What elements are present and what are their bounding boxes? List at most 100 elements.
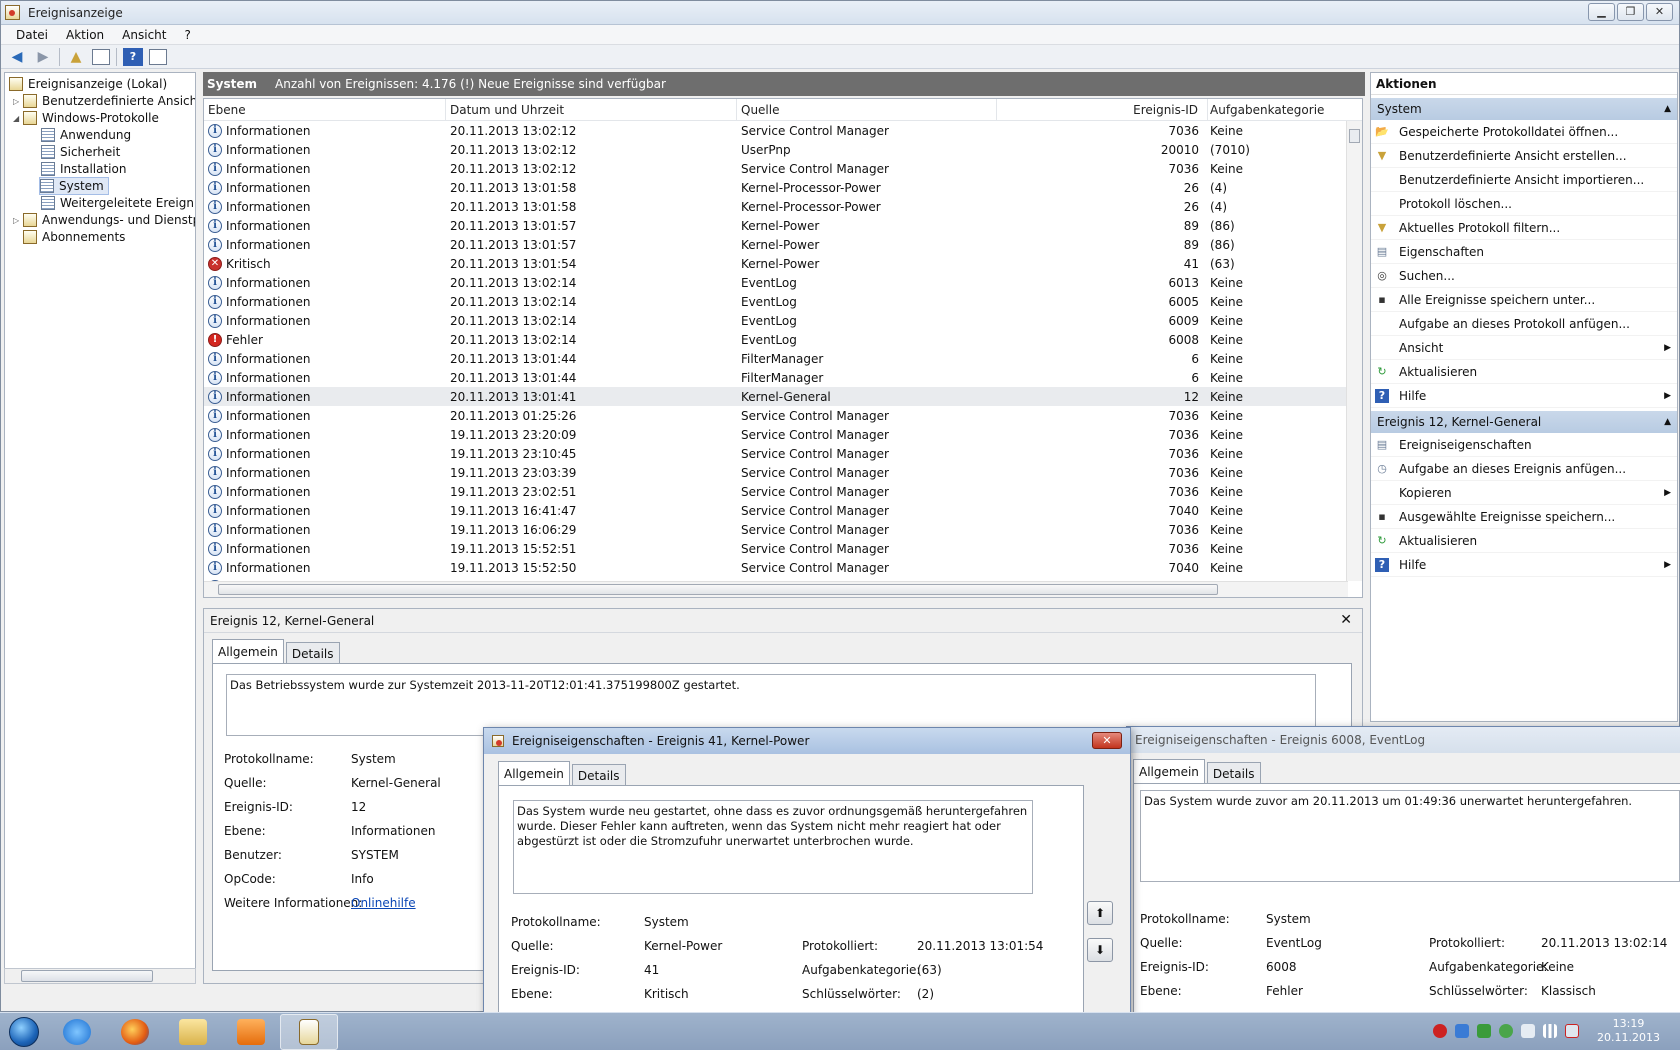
column-quelle[interactable]: Quelle (737, 99, 997, 120)
event-row[interactable]: i Informationen 19.11.2013 15:52:51 Service… (204, 539, 1362, 558)
event-row[interactable]: i Informationen 20.11.2013 13:02:12 UserPnp… (204, 140, 1362, 159)
action-item[interactable]: ▼ Benutzerdefinierte Ansicht erstellen... (1371, 144, 1677, 168)
back-arrow-icon[interactable]: ◀ (7, 48, 27, 66)
expand-arrow-icon[interactable]: ▷ (13, 97, 23, 106)
action-item[interactable]: ▪ Alle Ereignisse speichern unter... (1371, 288, 1677, 312)
tree-item-root[interactable]: Ereignisanzeige (Lokal) (9, 75, 167, 93)
event-row[interactable]: i Informationen 20.11.2013 13:02:12 Service… (204, 159, 1362, 178)
forward-arrow-icon[interactable]: ▶ (33, 48, 53, 66)
event-row[interactable]: i Informationen 20.11.2013 13:02:12 Service… (204, 121, 1362, 140)
column-ereignis-id[interactable]: Ereignis-ID (997, 99, 1208, 120)
tree-horizontal-scrollbar[interactable] (4, 968, 196, 984)
action-item[interactable]: ▪ Ausgewählte Ereignisse speichern... (1371, 505, 1677, 529)
maximize-button[interactable]: ❐ (1617, 3, 1644, 21)
action-item[interactable]: ↻ Aktualisieren (1371, 360, 1677, 384)
menu-ansicht[interactable]: Ansicht (113, 28, 175, 42)
volume-muted-icon[interactable] (1565, 1024, 1580, 1038)
actions-section-header[interactable]: System ▲ (1371, 98, 1677, 120)
event-row[interactable]: i Informationen 20.11.2013 13:02:14 EventLo… (204, 292, 1362, 311)
dialog-close-button[interactable]: ✕ (1092, 732, 1122, 749)
tree-item-sicherheit[interactable]: Sicherheit (41, 143, 120, 161)
event-row[interactable]: i Informationen 19.11.2013 23:20:09 Service… (204, 425, 1362, 444)
tree-item-anwendung[interactable]: Anwendung (41, 126, 131, 144)
taskbar-media-player[interactable] (222, 1014, 280, 1050)
event-row[interactable]: i Informationen 20.11.2013 13:02:14 EventLo… (204, 273, 1362, 292)
collapse-icon[interactable]: ▲ (1664, 104, 1671, 114)
event-row[interactable]: i Informationen 20.11.2013 13:01:41 Kernel-… (204, 387, 1362, 406)
column-ebene[interactable]: Ebene (204, 99, 446, 120)
action-item[interactable]: ▤ Ereigniseigenschaften (1371, 433, 1677, 457)
event-row[interactable]: i Informationen 20.11.2013 13:02:14 EventLo… (204, 311, 1362, 330)
event-row[interactable]: i Informationen 19.11.2013 16:06:29 Service… (204, 520, 1362, 539)
expand-arrow-icon[interactable]: ▷ (13, 216, 23, 225)
event-row[interactable]: i Informationen 20.11.2013 01:25:26 Service… (204, 406, 1362, 425)
online-help-link[interactable]: Onlinehilfe (351, 896, 416, 910)
scroll-thumb[interactable] (218, 584, 1218, 595)
taskbar-firefox[interactable] (106, 1014, 164, 1050)
tab-allgemein[interactable]: Allgemein (498, 761, 570, 786)
action-item[interactable]: ▼ Aktuelles Protokoll filtern... (1371, 216, 1677, 240)
actions-section-header[interactable]: Ereignis 12, Kernel-General ▲ (1371, 411, 1677, 433)
up-folder-icon[interactable]: ▲ (66, 48, 86, 66)
scroll-thumb[interactable] (1349, 129, 1360, 143)
scroll-thumb[interactable] (21, 970, 153, 982)
action-item[interactable]: ? Hilfe ▶ (1371, 553, 1677, 577)
event-row[interactable]: i Informationen 19.11.2013 23:02:51 Service… (204, 482, 1362, 501)
tray-app-icon[interactable] (1499, 1024, 1514, 1038)
close-icon[interactable]: ✕ (1340, 612, 1352, 628)
action-pane-toggle-icon[interactable] (149, 48, 167, 65)
action-item[interactable]: Benutzerdefinierte Ansicht importieren..… (1371, 168, 1677, 192)
previous-event-button[interactable]: ⬆ (1087, 901, 1113, 925)
clock[interactable]: 13:19 20.11.2013 (1597, 1017, 1660, 1045)
action-item[interactable]: ▤ Eigenschaften (1371, 240, 1677, 264)
tree-item-forwarded[interactable]: Weitergeleitete Ereignisse (41, 194, 195, 212)
tray-app-icon[interactable] (1455, 1024, 1470, 1038)
tree-item-windows-logs[interactable]: ◢ Windows-Protokolle (13, 109, 159, 127)
tree-item-app-service-logs[interactable]: ▷ Anwendungs- und Dienstprotokolle (13, 211, 195, 229)
next-event-button[interactable]: ⬇ (1087, 938, 1113, 962)
menu-datei[interactable]: Datei (7, 28, 57, 42)
taskbar-ie[interactable] (48, 1014, 106, 1050)
column-aufgabenkategorie[interactable]: Aufgabenkategorie (1208, 99, 1348, 120)
tree-item-system[interactable]: System (39, 177, 109, 195)
event-row[interactable]: i Informationen 20.11.2013 13:01:58 Kernel-… (204, 197, 1362, 216)
event-row[interactable]: ! Fehler 20.11.2013 13:02:14 EventLog 6008 Ke… (204, 330, 1362, 349)
title-bar[interactable]: Ereignisanzeige ▁ ❐ ✕ (1, 1, 1679, 25)
action-item[interactable]: ? Hilfe ▶ (1371, 384, 1677, 408)
action-item[interactable]: Protokoll löschen... (1371, 192, 1677, 216)
tab-details[interactable]: Details (1206, 762, 1261, 784)
tree-item-custom-views[interactable]: ▷ Benutzerdefinierte Ansichten (13, 92, 195, 110)
action-center-flag-icon[interactable] (1521, 1024, 1536, 1038)
event-row[interactable]: ✕ Kritisch 20.11.2013 13:01:54 Kernel-Power… (204, 254, 1362, 273)
close-button[interactable]: ✕ (1646, 3, 1673, 21)
event-row[interactable]: i Informationen 19.11.2013 16:41:47 Service… (204, 501, 1362, 520)
column-datum[interactable]: Datum und Uhrzeit (446, 99, 737, 120)
tab-allgemein[interactable]: Allgemein (1133, 759, 1205, 784)
event-list-vertical-scrollbar[interactable] (1346, 121, 1362, 581)
dialog-title-bar[interactable]: Ereigniseigenschaften - Ereignis 41, Ker… (484, 728, 1130, 754)
taskbar-event-viewer[interactable] (280, 1013, 338, 1050)
action-item[interactable]: ↻ Aktualisieren (1371, 529, 1677, 553)
action-item[interactable]: Aufgabe an dieses Protokoll anfügen... (1371, 312, 1677, 336)
event-row[interactable]: i Informationen 19.11.2013 23:03:39 Service… (204, 463, 1362, 482)
event-message[interactable]: Das System wurde zuvor am 20.11.2013 um … (1140, 790, 1680, 882)
action-item[interactable]: Ansicht ▶ (1371, 336, 1677, 360)
event-row[interactable]: i Informationen 20.11.2013 13:01:44 FilterM… (204, 349, 1362, 368)
event-list-horizontal-scrollbar[interactable] (204, 581, 1348, 597)
menu-aktion[interactable]: Aktion (57, 28, 113, 42)
menu-help[interactable]: ? (175, 28, 199, 42)
network-icon[interactable] (1543, 1024, 1558, 1038)
event-row[interactable]: i Informationen 19.11.2013 15:52:50 Service… (204, 558, 1362, 577)
action-item[interactable]: ◎ Suchen... (1371, 264, 1677, 288)
collapse-arrow-icon[interactable]: ◢ (13, 114, 23, 123)
event-row[interactable]: i Informationen 20.11.2013 13:01:57 Kernel-… (204, 235, 1362, 254)
tab-allgemein[interactable]: Allgemein (212, 639, 284, 664)
event-row[interactable]: i Informationen 20.11.2013 13:01:57 Kernel-… (204, 216, 1362, 235)
event-row[interactable]: i Informationen 19.11.2013 23:10:45 Service… (204, 444, 1362, 463)
action-item[interactable]: 📂 Gespeicherte Protokolldatei öffnen... (1371, 120, 1677, 144)
tree-item-subscriptions[interactable]: Abonnements (23, 228, 125, 246)
tray-app-icon[interactable] (1477, 1024, 1492, 1038)
event-message[interactable]: Das System wurde neu gestartet, ohne das… (513, 800, 1033, 894)
taskbar-explorer[interactable] (164, 1014, 222, 1050)
tree-item-installation[interactable]: Installation (41, 160, 126, 178)
